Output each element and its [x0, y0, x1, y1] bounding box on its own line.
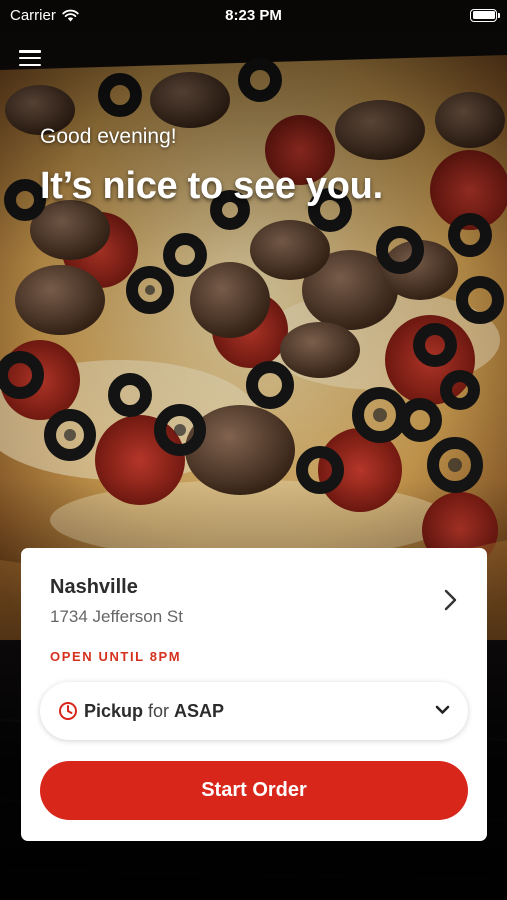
start-order-button[interactable]: Start Order: [40, 761, 468, 820]
welcome-headline: It’s nice to see you.: [40, 165, 383, 207]
battery-level: [472, 11, 495, 19]
store-hours: OPEN UNTIL 8PM: [50, 649, 182, 664]
order-type-dropdown[interactable]: Pickup for ASAP: [40, 682, 468, 740]
menu-line: [19, 50, 41, 53]
chevron-right-icon: [444, 589, 457, 611]
battery-icon: [470, 8, 500, 22]
chevron-down-icon: [435, 705, 450, 714]
carrier-label: Carrier: [10, 6, 56, 24]
menu-line: [19, 63, 41, 66]
greeting-text: Good evening!: [40, 125, 177, 148]
location-address: 1734 Jefferson St: [50, 607, 183, 626]
clock-icon: [59, 702, 77, 720]
location-selector[interactable]: Nashville 1734 Jefferson St: [21, 548, 487, 652]
location-name: Nashville: [50, 576, 138, 598]
status-left: Carrier: [10, 7, 79, 24]
wifi-icon: [62, 9, 79, 21]
order-card: Nashville 1734 Jefferson St OPEN UNTIL 8…: [21, 548, 487, 841]
status-bar: Carrier 8:23 PM: [0, 0, 507, 30]
hamburger-menu-icon[interactable]: [19, 48, 41, 68]
order-type-summary: Pickup for ASAP: [84, 701, 224, 722]
order-mode: Pickup: [84, 700, 144, 721]
menu-line: [19, 56, 41, 60]
order-connector: for: [148, 700, 170, 721]
order-time: ASAP: [174, 700, 225, 721]
